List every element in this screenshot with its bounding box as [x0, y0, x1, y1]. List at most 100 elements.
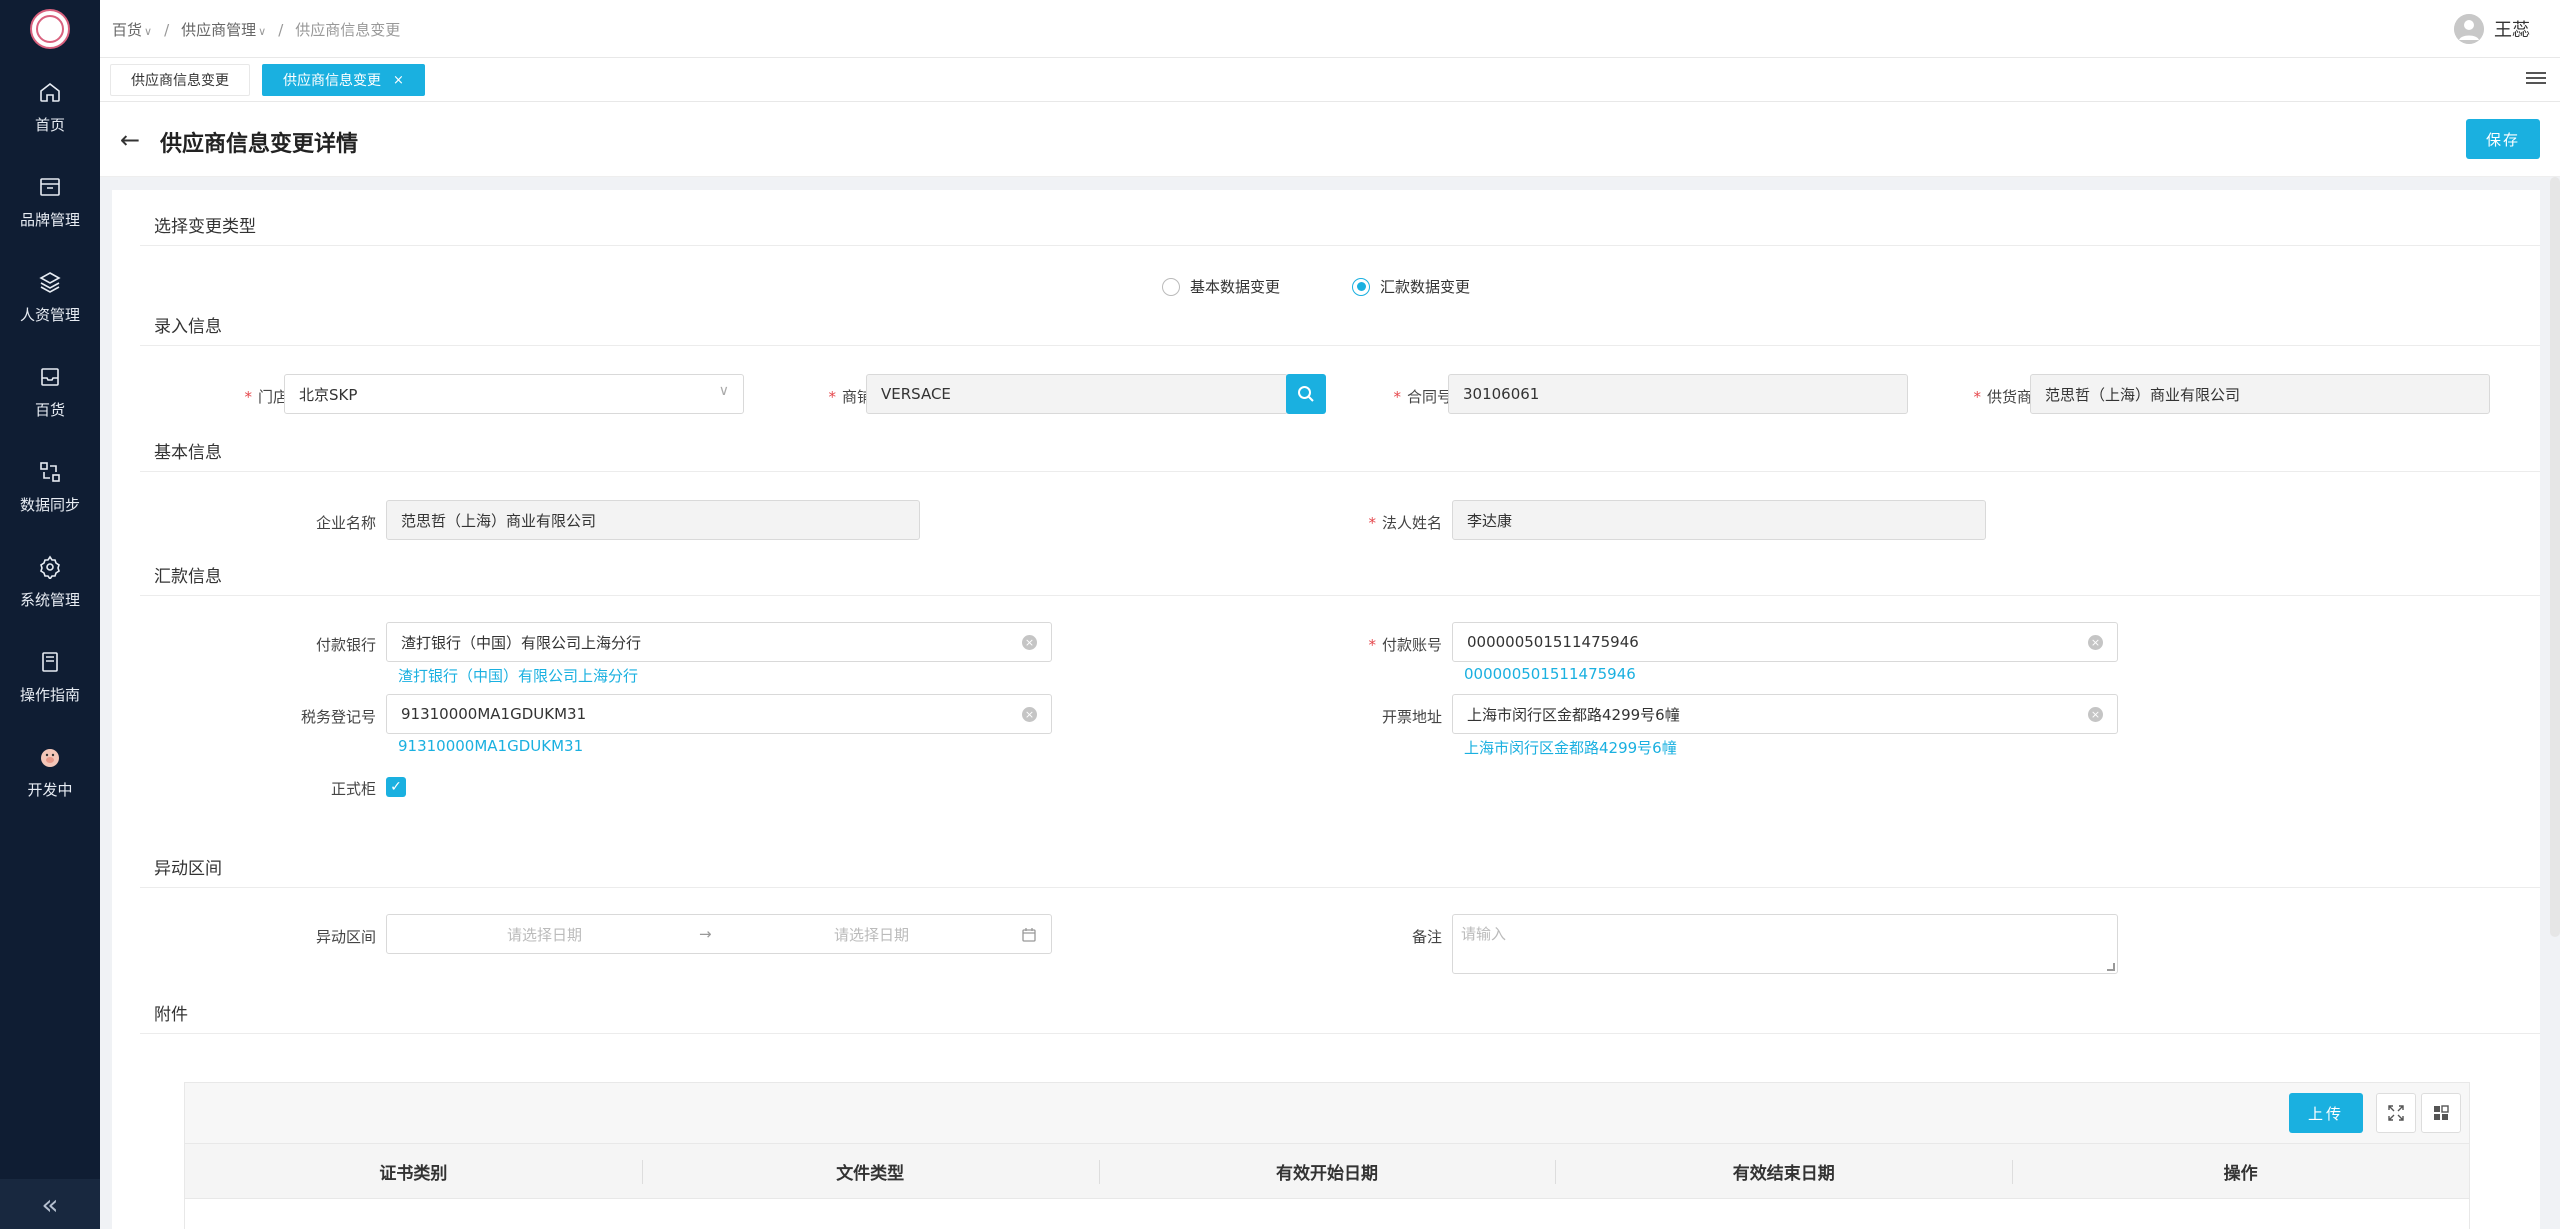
app-logo[interactable] [30, 9, 70, 49]
book-icon [42, 652, 58, 672]
table-body [185, 1199, 2469, 1229]
anomaly-range-label: 异动区间 [315, 928, 376, 946]
anomaly-date-range-picker[interactable]: 请选择日期 → 请选择日期 [386, 914, 1052, 954]
page-header: ← 供应商信息变更详情 保存 [100, 102, 2560, 177]
section-title-entry: 录入信息 [154, 317, 222, 337]
radio-button[interactable] [1162, 277, 1180, 296]
sync-icon [40, 462, 60, 482]
nav-item-hr[interactable]: 人资管理 [0, 250, 100, 345]
nav-item-dev[interactable]: 开发中 [0, 725, 100, 820]
nav-item-home[interactable]: 首页 [0, 60, 100, 155]
sidebar: 首页 品牌管理 人资管理 百货 数据同步 系统管理 操作指南 开发中 « [0, 0, 100, 1229]
nav-label: 品牌管理 [19, 211, 80, 229]
radio-button-selected[interactable] [1352, 277, 1370, 296]
nav-label: 开发中 [27, 781, 73, 799]
payment-bank-input[interactable]: 渣打银行（中国）有限公司上海分行 × [386, 622, 1052, 662]
shop-search-button[interactable] [1286, 374, 1326, 414]
nav-item-brand[interactable]: 品牌管理 [0, 155, 100, 250]
nav-label: 操作指南 [19, 686, 80, 704]
clear-icon[interactable]: × [2088, 635, 2103, 650]
pig-icon [41, 749, 59, 767]
formal-counter-checkbox[interactable]: ✓ [386, 777, 406, 797]
shop-label: * 商铺 [828, 388, 872, 406]
store-label: * 门店 [244, 388, 288, 406]
tab-supplier-change-detail[interactable]: 供应商信息变更 × [262, 64, 425, 96]
tabs-bar: 供应商信息变更 供应商信息变更 × [100, 58, 2560, 102]
save-button[interactable]: 保存 [2466, 119, 2540, 159]
invoice-address-input[interactable]: 上海市闵行区金都路4299号6幢 × [1452, 694, 2118, 734]
breadcrumb-item-dept-store[interactable]: 百货 ∨ [112, 19, 152, 40]
fullscreen-button[interactable] [2376, 1093, 2416, 1133]
divider [140, 887, 2540, 888]
page-scrollbar[interactable] [2550, 177, 2560, 937]
expand-icon [2388, 1105, 2404, 1121]
company-name-label: 企业名称 [315, 514, 376, 532]
box-icon [40, 178, 60, 196]
double-chevron-left-icon: « [41, 1187, 59, 1221]
legal-name-field[interactable]: 李达康 [1452, 500, 1986, 540]
supplier-label: * 供货商 [1973, 388, 2032, 406]
shop-field[interactable]: VERSACE [866, 374, 1288, 414]
radio-basic-data-change[interactable]: 基本数据变更 [1162, 276, 1280, 297]
collapse-sidebar-button[interactable]: « [0, 1179, 100, 1229]
breadcrumb: 百货 ∨ / 供应商管理 ∨ / 供应商信息变更 [112, 19, 400, 40]
contract-field[interactable]: 30106061 [1448, 374, 1908, 414]
divider [140, 1033, 2540, 1034]
page-title: 供应商信息变更详情 [160, 132, 359, 157]
breadcrumb-item-supplier-mgmt[interactable]: 供应商管理 ∨ [181, 19, 266, 40]
clear-icon[interactable]: × [1022, 707, 1037, 722]
start-date-input[interactable]: 请选择日期 [507, 924, 582, 945]
payment-bank-label: 付款银行 [315, 636, 376, 654]
divider [140, 345, 2540, 346]
column-header-end-date: 有效结束日期 [1555, 1144, 2012, 1198]
invoice-address-hint: 上海市闵行区金都路4299号6幢 [1464, 739, 1677, 757]
user-name: 王蕊 [2494, 20, 2530, 41]
divider [140, 471, 2540, 472]
breadcrumb-separator: / [164, 20, 170, 39]
payment-account-input[interactable]: 000000501511475946 × [1452, 622, 2118, 662]
tax-registration-hint: 91310000MA1GDUKM31 [398, 737, 584, 755]
nav-item-data-sync[interactable]: 数据同步 [0, 440, 100, 535]
contract-label: * 合同号 [1393, 388, 1452, 406]
clear-icon[interactable]: × [2088, 707, 2103, 722]
clear-icon[interactable]: × [1022, 635, 1037, 650]
menu-icon[interactable] [2526, 69, 2546, 89]
tax-registration-label: 税务登记号 [300, 708, 376, 726]
supplier-field[interactable]: 范思哲（上海）商业有限公司 [2030, 374, 2490, 414]
tab-supplier-change[interactable]: 供应商信息变更 [110, 64, 250, 96]
company-name-field[interactable]: 范思哲（上海）商业有限公司 [386, 500, 920, 540]
nav-label: 系统管理 [19, 591, 80, 609]
nav-item-department-store[interactable]: 百货 [0, 345, 100, 440]
column-header-file-type: 文件类型 [641, 1144, 1099, 1198]
formal-counter-label: 正式柜 [330, 780, 376, 798]
gear-icon [40, 555, 60, 579]
nav-label: 首页 [34, 116, 65, 134]
nav-item-guide[interactable]: 操作指南 [0, 630, 100, 725]
store-select[interactable]: 北京SKP ∨ [284, 374, 744, 414]
tax-registration-input[interactable]: 91310000MA1GDUKM31 × [386, 694, 1052, 734]
column-header-start-date: 有效开始日期 [1098, 1144, 1556, 1198]
radio-remittance-data-change[interactable]: 汇款数据变更 [1352, 276, 1470, 297]
payment-account-hint: 000000501511475946 [1464, 665, 1636, 683]
divider [140, 595, 2540, 596]
back-arrow-icon[interactable]: ← [120, 126, 140, 154]
chevron-down-icon: ∨ [718, 383, 729, 399]
divider [140, 245, 2540, 246]
legal-name-label: * 法人姓名 [1368, 514, 1442, 532]
grid-icon [2434, 1105, 2449, 1120]
calendar-icon [1022, 928, 1036, 942]
layers-icon [39, 272, 61, 293]
nav-item-system[interactable]: 系统管理 [0, 535, 100, 630]
payment-bank-hint: 渣打银行（中国）有限公司上海分行 [398, 667, 639, 685]
remark-label: 备注 [1411, 928, 1442, 946]
user-icon [2454, 14, 2484, 44]
resize-handle[interactable] [2107, 963, 2115, 971]
inbox-icon [41, 368, 59, 386]
column-settings-button[interactable] [2421, 1093, 2461, 1133]
end-date-input[interactable]: 请选择日期 [834, 924, 909, 945]
user-menu[interactable]: 王蕊 [2454, 14, 2530, 44]
remark-textarea[interactable]: 请输入 [1452, 914, 2118, 974]
chevron-down-icon: ∨ [258, 25, 267, 38]
close-icon[interactable]: × [393, 73, 404, 88]
upload-button[interactable]: 上传 [2289, 1093, 2363, 1133]
